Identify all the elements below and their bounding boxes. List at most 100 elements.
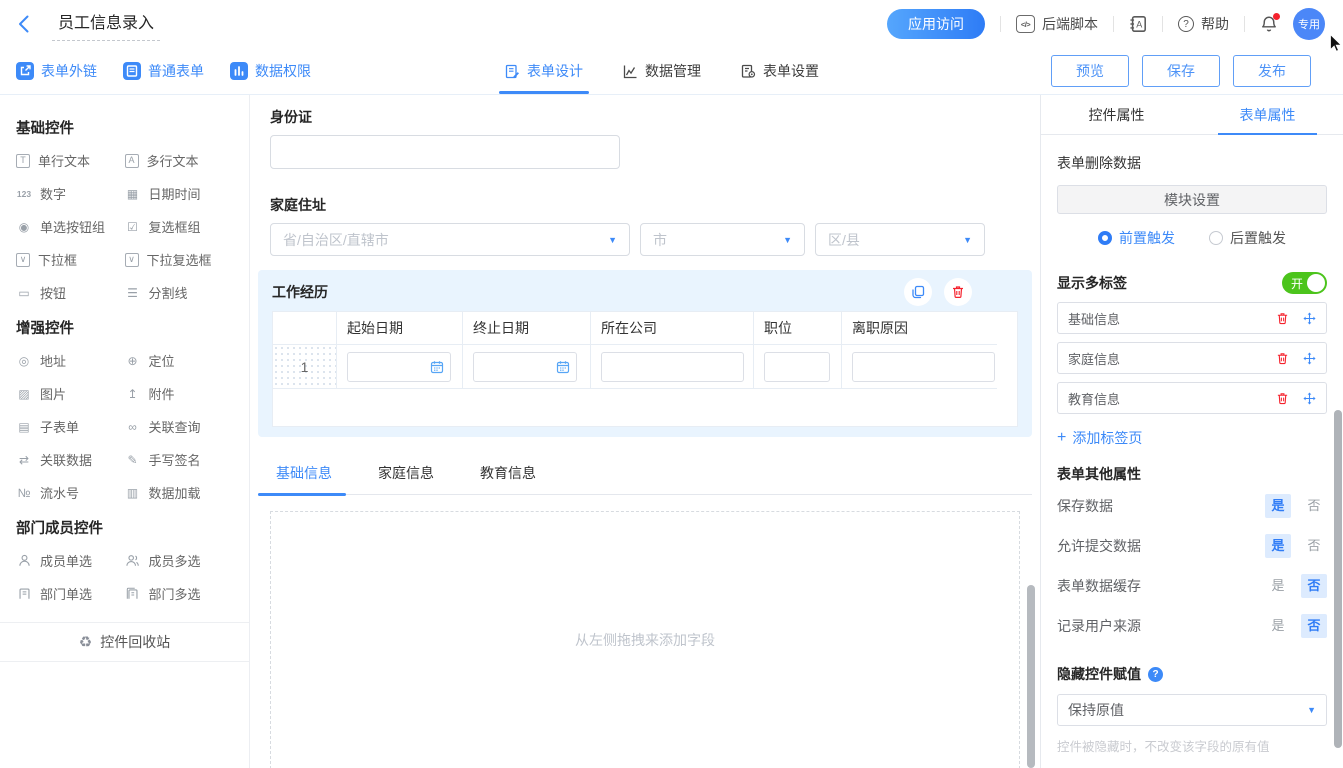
move-icon: [1303, 392, 1316, 405]
add-tab-page-button[interactable]: + 添加标签页: [1057, 428, 1327, 448]
tab-data-manage[interactable]: 数据管理: [623, 48, 701, 94]
avatar[interactable]: 专用: [1293, 8, 1325, 40]
tab-page-item-family[interactable]: 家庭信息: [1057, 342, 1327, 374]
radio-icon: ◉: [16, 220, 32, 234]
tab-form-design[interactable]: 表单设计: [505, 48, 583, 94]
notifications-button[interactable]: [1260, 15, 1278, 33]
delete-tab-button[interactable]: [1276, 392, 1289, 405]
multi-tab-toggle[interactable]: 开: [1282, 272, 1327, 294]
form-external-link-tab[interactable]: 表单外链: [16, 61, 97, 81]
palette-item-divider[interactable]: ☰分割线: [125, 276, 234, 309]
leave-reason-input[interactable]: [852, 352, 995, 382]
tab-page-item-education[interactable]: 教育信息: [1057, 382, 1327, 414]
hidden-value-select[interactable]: 保持原值 ▼: [1057, 694, 1327, 726]
start-date-input[interactable]: [347, 352, 451, 382]
subform-col-index: [273, 312, 337, 345]
hidden-control-label: 隐藏控件赋值: [1057, 664, 1141, 684]
palette-item-linked-query[interactable]: ∞关联查询: [125, 410, 234, 443]
palette-item-address[interactable]: ◎地址: [16, 344, 125, 377]
canvas-tab-family-info[interactable]: 家庭信息: [378, 463, 434, 495]
address-book-button[interactable]: A: [1129, 15, 1147, 33]
no-option[interactable]: 否: [1301, 494, 1327, 518]
no-option[interactable]: 否: [1301, 614, 1327, 638]
move-tab-handle[interactable]: [1303, 392, 1316, 405]
palette-item-button[interactable]: ▭按钮: [16, 276, 125, 309]
palette-item-single-line-text[interactable]: T单行文本: [16, 144, 125, 177]
palette-item-image[interactable]: ▨图片: [16, 377, 125, 410]
copy-control-button[interactable]: [904, 278, 932, 306]
radio-pre-trigger[interactable]: 前置触发: [1098, 228, 1175, 248]
publish-button[interactable]: 发布: [1233, 55, 1311, 87]
delete-control-button[interactable]: [944, 278, 972, 306]
tab-page-item-basic[interactable]: 基础信息: [1057, 302, 1327, 334]
module-settings-button[interactable]: 模块设置: [1057, 185, 1327, 214]
field-label-address: 家庭住址: [270, 195, 1020, 215]
backend-script-button[interactable]: </> 后端脚本: [1016, 14, 1098, 34]
subform-col-leave-reason: 离职原因: [842, 312, 997, 345]
normal-form-tab[interactable]: 普通表单: [123, 61, 204, 81]
data-permission-tab[interactable]: 数据权限: [230, 61, 311, 81]
save-button[interactable]: 保存: [1142, 55, 1220, 87]
canvas-tab-basic-info[interactable]: 基础信息: [276, 463, 332, 495]
palette-item-member-single[interactable]: 成员单选: [16, 544, 125, 577]
company-input[interactable]: [601, 352, 744, 382]
delete-tab-button[interactable]: [1276, 352, 1289, 365]
yes-option[interactable]: 是: [1265, 574, 1291, 598]
panel-scrollbar[interactable]: [1334, 410, 1342, 748]
palette-item-dept-single[interactable]: 部门单选: [16, 577, 125, 610]
tab-form-properties[interactable]: 表单属性: [1192, 95, 1343, 134]
button-icon: ▭: [16, 286, 32, 300]
palette-item-signature[interactable]: ✎手写签名: [125, 443, 234, 476]
position-input[interactable]: [764, 352, 830, 382]
page-title[interactable]: 员工信息录入: [52, 7, 160, 41]
control-recycle-bin[interactable]: ♻ 控件回收站: [0, 622, 249, 662]
palette-item-data-load[interactable]: ▥数据加载: [125, 476, 234, 509]
palette-item-multi-line-text[interactable]: A多行文本: [125, 144, 234, 177]
document-icon: [123, 62, 141, 80]
no-option[interactable]: 否: [1301, 534, 1327, 558]
canvas-scrollbar[interactable]: [1027, 585, 1035, 768]
palette-item-location[interactable]: ⊕定位: [125, 344, 234, 377]
palette-item-attachment[interactable]: ↥附件: [125, 377, 234, 410]
preview-button[interactable]: 预览: [1051, 55, 1129, 87]
delete-tab-button[interactable]: [1276, 312, 1289, 325]
palette-item-member-multi[interactable]: 成员多选: [125, 544, 234, 577]
help-button[interactable]: ? 帮助: [1178, 14, 1229, 34]
drag-drop-zone[interactable]: 从左侧拖拽来添加字段: [270, 511, 1020, 768]
city-select[interactable]: 市 ▼: [640, 223, 805, 256]
code-icon: </>: [1016, 15, 1035, 33]
palette-item-radio-group[interactable]: ◉单选按钮组: [16, 210, 125, 243]
control-palette: 基础控件 T单行文本 A多行文本 123数字 ▦日期时间 ◉单选按钮组 ☑复选框…: [0, 95, 250, 768]
yes-option[interactable]: 是: [1265, 534, 1291, 558]
help-tooltip-icon[interactable]: ?: [1148, 667, 1163, 682]
canvas-tab-education-info[interactable]: 教育信息: [480, 463, 536, 495]
back-button[interactable]: [18, 13, 40, 35]
tab-form-settings[interactable]: 表单设置: [741, 48, 819, 94]
palette-item-datetime[interactable]: ▦日期时间: [125, 177, 234, 210]
palette-item-select[interactable]: ∨下拉框: [16, 243, 125, 276]
palette-item-serial-number[interactable]: №流水号: [16, 476, 125, 509]
province-select[interactable]: 省/自治区/直辖市 ▼: [270, 223, 630, 256]
yes-option[interactable]: 是: [1265, 494, 1291, 518]
palette-item-multi-select[interactable]: ∨下拉复选框: [125, 243, 234, 276]
move-tab-handle[interactable]: [1303, 312, 1316, 325]
no-option[interactable]: 否: [1301, 574, 1327, 598]
id-card-input[interactable]: [270, 135, 620, 169]
radio-post-trigger[interactable]: 后置触发: [1209, 228, 1286, 248]
subform-work-experience[interactable]: 工作经历 起始日期 终止日期 所在公司 职位 离职原因 1: [258, 270, 1032, 437]
end-date-input[interactable]: [473, 352, 577, 382]
palette-item-linked-data[interactable]: ⇄关联数据: [16, 443, 125, 476]
copy-icon: [911, 285, 925, 299]
palette-item-number[interactable]: 123数字: [16, 177, 125, 210]
prop-allow-submit: 允许提交数据 是 否: [1057, 526, 1327, 566]
palette-item-subform[interactable]: ▤子表单: [16, 410, 125, 443]
form-design-icon: [505, 64, 520, 79]
yes-option[interactable]: 是: [1265, 614, 1291, 638]
tab-control-properties[interactable]: 控件属性: [1041, 95, 1192, 134]
palette-item-checkbox-group[interactable]: ☑复选框组: [125, 210, 234, 243]
app-access-button[interactable]: 应用访问: [887, 9, 985, 39]
subform-title: 工作经历: [272, 282, 328, 302]
palette-item-dept-multi[interactable]: 部门多选: [125, 577, 234, 610]
district-select[interactable]: 区/县 ▼: [815, 223, 985, 256]
move-tab-handle[interactable]: [1303, 352, 1316, 365]
